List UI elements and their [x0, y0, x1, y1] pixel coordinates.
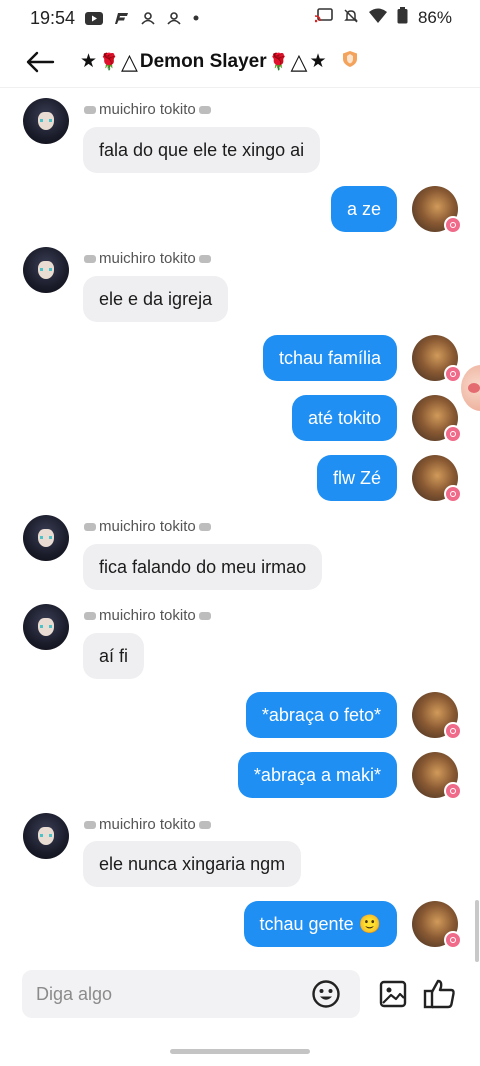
cloud-icon: [198, 522, 211, 531]
thumbs-up-icon[interactable]: [423, 978, 457, 1010]
scrollbar[interactable]: [475, 900, 479, 962]
message-bubble-incoming[interactable]: ele nunca xingaria ngm: [83, 841, 302, 887]
cloud-icon: [198, 254, 211, 263]
cloud-icon: [84, 105, 96, 114]
avatar[interactable]: [412, 752, 462, 800]
cloud-icon: [198, 820, 211, 829]
cloud-icon: [198, 105, 211, 114]
youtube-icon: [85, 11, 104, 25]
avatar[interactable]: [412, 186, 462, 234]
badge-icon: [444, 782, 462, 800]
message-bubble-outgoing[interactable]: até tokito: [291, 395, 397, 441]
badge-icon: [444, 722, 462, 740]
message-bubble-incoming[interactable]: fica falando do meu irmao: [83, 544, 323, 590]
contacts-icon: [141, 11, 155, 25]
message-bubble-incoming[interactable]: fala do que ele te xingo ai: [83, 127, 321, 173]
home-indicator[interactable]: [170, 1049, 310, 1054]
arrow-left-icon: [26, 51, 55, 72]
avatar[interactable]: [412, 692, 462, 740]
star-left: ★: [80, 51, 98, 72]
avatar[interactable]: [412, 335, 462, 383]
contacts-icon: [167, 11, 181, 25]
mute-icon: [343, 8, 359, 29]
emoji-icon[interactable]: [311, 979, 341, 1009]
composer: [0, 970, 480, 1022]
avatar[interactable]: [23, 98, 69, 144]
avatar[interactable]: [23, 515, 69, 561]
avatar[interactable]: [23, 813, 69, 859]
chat-header: ★ 🌹 △ Demon Slayer 🌹 △ ★: [0, 36, 480, 88]
battery-level: 86%: [417, 8, 452, 27]
sender-name: muichiro tokito: [84, 101, 211, 118]
cloud-icon: [84, 820, 96, 829]
rose-icon: 🌹: [99, 53, 119, 71]
sender-name: muichiro tokito: [84, 250, 211, 267]
cloud-icon: [84, 254, 96, 263]
rose-icon: 🌹: [268, 53, 289, 71]
badge-icon: [444, 425, 462, 443]
wifi-icon: [368, 8, 387, 28]
message-bubble-outgoing[interactable]: *abraça a maki*: [237, 752, 397, 798]
avatar[interactable]: [412, 901, 462, 949]
message-bubble-outgoing[interactable]: a ze: [330, 186, 397, 232]
message-input-box[interactable]: [22, 970, 360, 1018]
triangle-icon: △: [120, 48, 138, 74]
cast-icon: [314, 8, 333, 28]
battery-icon: [397, 7, 408, 29]
sender-name: muichiro tokito: [84, 607, 211, 624]
sender-name: muichiro tokito: [84, 518, 211, 535]
cloud-icon: [84, 522, 96, 531]
star-right: ★: [309, 51, 327, 72]
avatar[interactable]: [412, 395, 462, 443]
avatar[interactable]: [412, 455, 462, 503]
triangle-icon: △: [290, 48, 308, 74]
dot-icon: [193, 15, 199, 21]
chat-title-text: Demon Slayer: [139, 50, 267, 72]
message-bubble-outgoing[interactable]: *abraça o feto*: [245, 692, 397, 738]
badge-icon: [444, 365, 462, 383]
shield-icon: [341, 50, 359, 74]
sender-name: muichiro tokito: [84, 816, 211, 833]
image-icon[interactable]: [378, 979, 408, 1009]
app-icon: [115, 12, 129, 25]
chat-title: ★ 🌹 △ Demon Slayer 🌹 △ ★: [80, 49, 359, 75]
badge-icon: [444, 931, 462, 949]
clock: 19:54: [30, 7, 76, 28]
back-button[interactable]: [0, 36, 80, 88]
message-bubble-incoming[interactable]: ele e da igreja: [83, 276, 229, 322]
avatar[interactable]: [23, 247, 69, 293]
message-bubble-outgoing[interactable]: tchau família: [262, 335, 397, 381]
badge-icon: [444, 485, 462, 503]
cloud-icon: [198, 611, 211, 620]
message-bubble-outgoing[interactable]: flw Zé: [316, 455, 397, 501]
cloud-icon: [84, 611, 96, 620]
message-list[interactable]: muichiro tokito fala do que ele te xingo…: [0, 88, 480, 964]
message-bubble-outgoing[interactable]: tchau gente 🙂: [243, 901, 397, 947]
message-bubble-incoming[interactable]: aí fi: [83, 633, 145, 679]
status-bar: 19:54 86%: [0, 0, 480, 36]
badge-icon: [444, 216, 462, 234]
avatar[interactable]: [23, 604, 69, 650]
message-input[interactable]: [36, 983, 306, 1005]
